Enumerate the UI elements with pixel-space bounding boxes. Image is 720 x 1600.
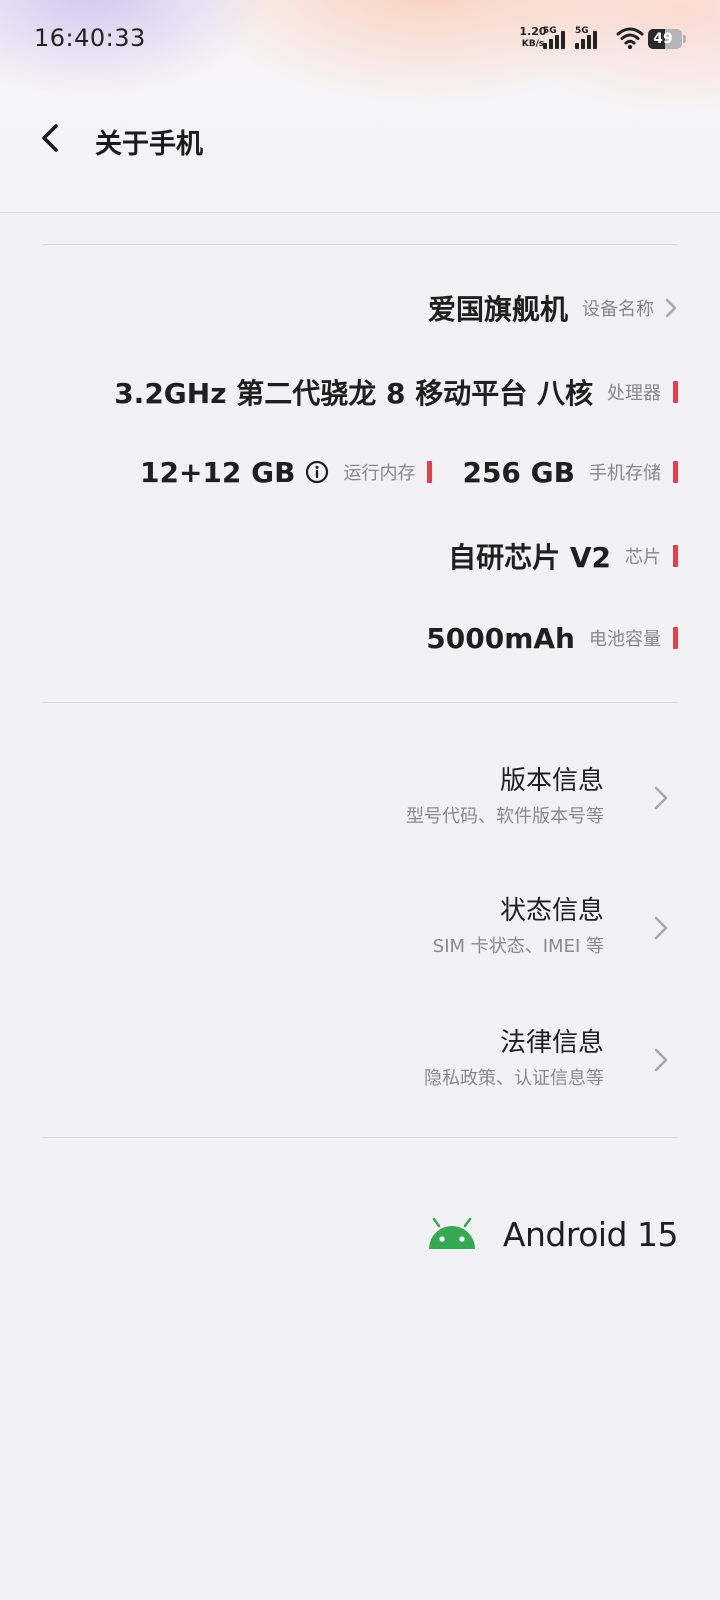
chevron-right-icon <box>654 916 668 940</box>
version-info-item[interactable]: 版本信息 型号代码、软件版本号等 <box>278 760 678 840</box>
divider <box>42 702 678 703</box>
divider <box>42 244 678 245</box>
chip-label: 芯片 <box>625 547 661 568</box>
version-info-subtitle: 型号代码、软件版本号等 <box>406 806 604 827</box>
chevron-right-icon <box>654 1048 668 1072</box>
storage-label: 手机存储 <box>589 463 661 484</box>
page-title: 关于手机 <box>95 129 203 160</box>
info-icon[interactable] <box>305 460 329 484</box>
battery-level: 49 <box>653 31 673 47</box>
red-marker <box>673 627 678 649</box>
battery-tip <box>683 35 686 43</box>
chip-row: 自研芯片 V2 芯片 <box>448 536 678 576</box>
battery-capacity-row: 5000mAh 电池容量 <box>426 618 678 658</box>
red-marker <box>673 461 678 483</box>
version-info-title: 版本信息 <box>499 766 604 796</box>
ram-value: 12+12 GB <box>140 455 296 489</box>
battery-capacity-label: 电池容量 <box>589 629 661 650</box>
processor-row: 3.2GHz 第二代骁龙 8 移动平台 八核 处理器 <box>114 372 678 412</box>
chevron-right-icon <box>654 786 668 810</box>
status-bar: 16:40:33 1.20 KB/s 5G 5G 49 <box>0 0 720 78</box>
wifi-icon <box>616 27 644 50</box>
processor-label: 处理器 <box>607 383 661 404</box>
sim2-signal-icon: 5G <box>575 26 603 50</box>
legal-info-item[interactable]: 法律信息 隐私政策、认证信息等 <box>278 1022 678 1102</box>
processor-value: 3.2GHz 第二代骁龙 8 移动平台 八核 <box>114 377 593 410</box>
device-name-label: 设备名称 <box>582 299 654 320</box>
divider <box>42 1137 678 1138</box>
android-version-text: Android 15 <box>502 1214 679 1254</box>
legal-info-subtitle: 隐私政策、认证信息等 <box>424 1068 604 1089</box>
storage-value: 256 GB <box>462 455 575 489</box>
chip-value: 自研芯片 V2 <box>448 541 611 574</box>
header-divider <box>0 212 720 213</box>
status-info-title: 状态信息 <box>499 896 604 926</box>
device-name-row[interactable]: 爱国旗舰机 设备名称 <box>428 288 678 328</box>
red-marker <box>673 545 678 567</box>
status-info-subtitle: SIM 卡状态、IMEI 等 <box>432 936 604 957</box>
legal-info-title: 法律信息 <box>499 1028 604 1058</box>
ram-label: 运行内存 <box>343 463 416 484</box>
battery-icon: 49 <box>648 29 682 49</box>
red-marker <box>673 381 678 403</box>
sim1-signal-icon: 5G <box>543 26 571 50</box>
android-version[interactable]: Android 15 <box>427 1210 679 1258</box>
android-logo-icon <box>428 1217 475 1249</box>
status-time: 16:40:33 <box>34 24 146 52</box>
back-button[interactable] <box>30 116 74 160</box>
battery-capacity-value: 5000mAh <box>426 621 575 655</box>
memory-storage-row: 12+12 GB 运行内存 256 GB 手机存储 <box>140 452 678 492</box>
status-info-item[interactable]: 状态信息 SIM 卡状态、IMEI 等 <box>278 890 678 970</box>
device-name-value: 爱国旗舰机 <box>427 293 568 326</box>
red-marker <box>427 461 433 483</box>
chevron-right-icon <box>665 298 677 318</box>
